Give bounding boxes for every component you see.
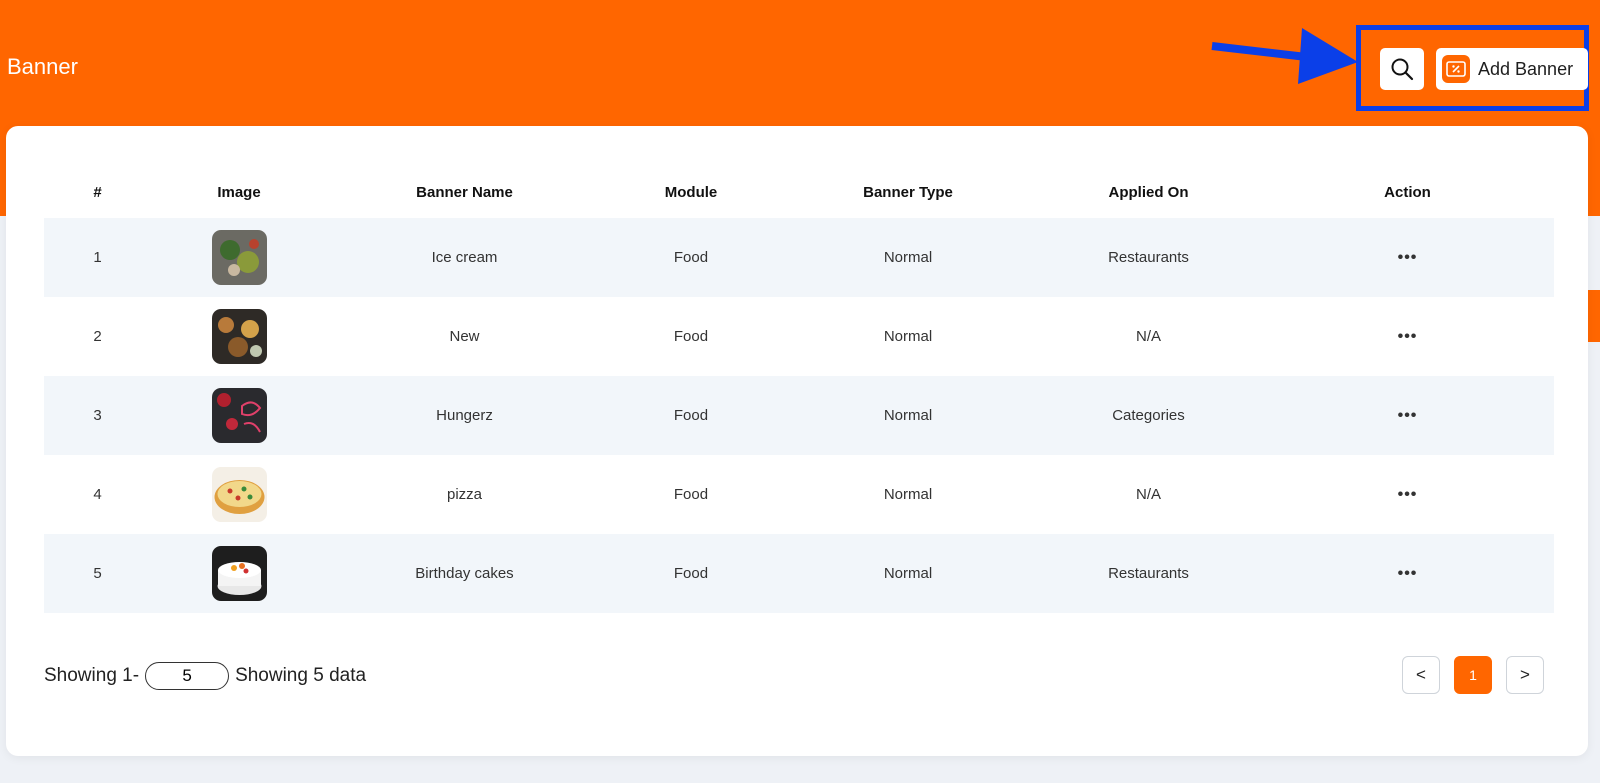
- page-title: Banner: [7, 54, 78, 79]
- add-banner-label: Add Banner: [1478, 58, 1574, 79]
- row-action-cell: •••: [1261, 249, 1554, 266]
- row-module: Food: [673, 328, 709, 345]
- row-module: Food: [673, 565, 709, 582]
- column-header-banner-name: Banner Name: [416, 183, 513, 201]
- more-horizontal-icon[interactable]: •••: [1398, 486, 1418, 503]
- add-banner-button[interactable]: Add Banner: [1436, 48, 1588, 90]
- row-image-cell: [151, 230, 327, 285]
- table-row: 5 Birthday cakes Food Normal Restaurants…: [44, 534, 1554, 613]
- table-row: 3 Hungerz Food Normal Categories •••: [44, 376, 1554, 455]
- prev-page-button[interactable]: <: [1402, 656, 1440, 694]
- row-banner-name: pizza: [446, 486, 483, 503]
- row-module: Food: [673, 407, 709, 424]
- search-button[interactable]: [1380, 48, 1424, 90]
- banner-thumbnail[interactable]: [211, 230, 267, 285]
- row-banner-type: Normal: [883, 486, 933, 503]
- row-image-cell: [151, 546, 327, 601]
- showing-prefix: Showing 1-: [44, 665, 140, 686]
- more-horizontal-icon[interactable]: •••: [1398, 249, 1418, 266]
- row-banner-type: Normal: [883, 407, 933, 424]
- page-1-button[interactable]: 1: [1454, 656, 1492, 694]
- next-page-button[interactable]: >: [1506, 656, 1544, 694]
- column-header-image: Image: [217, 183, 261, 201]
- row-module: Food: [673, 486, 709, 503]
- table-row: 4 pizza Food Normal N/A •••: [44, 455, 1554, 534]
- row-banner-name: Birthday cakes: [415, 565, 514, 582]
- column-header-applied-on: Applied On: [1108, 183, 1189, 201]
- more-horizontal-icon[interactable]: •••: [1398, 565, 1418, 582]
- row-image-cell: [151, 467, 327, 522]
- banner-table: # Image Banner Name Module Banner Type A…: [44, 166, 1554, 613]
- row-image-cell: [151, 309, 327, 364]
- table-footer: Showing 1- Showing 5 data < 1 >: [44, 656, 1554, 696]
- annotation-arrow: [1211, 28, 1358, 84]
- coupon-icon: [1442, 55, 1470, 83]
- row-banner-name: Hungerz: [436, 407, 493, 424]
- banner-thumbnail[interactable]: [211, 388, 267, 443]
- row-action-cell: •••: [1261, 486, 1554, 503]
- table-header-row: # Image Banner Name Module Banner Type A…: [44, 166, 1554, 218]
- column-header-banner-type: Banner Type: [863, 183, 953, 201]
- search-icon: [1391, 58, 1414, 81]
- row-banner-name: Ice cream: [431, 249, 498, 266]
- pagination: < 1 >: [1402, 656, 1544, 694]
- column-header-module: Module: [664, 183, 718, 201]
- column-header-action: Action: [1384, 183, 1431, 201]
- row-banner-type: Normal: [883, 565, 933, 582]
- showing-summary: Showing 5 data: [235, 665, 367, 686]
- banner-list-card: # Image Banner Name Module Banner Type A…: [6, 126, 1588, 756]
- row-module: Food: [673, 249, 709, 266]
- column-header-index: #: [93, 183, 102, 201]
- row-applied-on: N/A: [1135, 486, 1161, 503]
- row-index: 2: [93, 328, 102, 345]
- row-banner-type: Normal: [883, 249, 933, 266]
- row-applied-on: Restaurants: [1108, 249, 1189, 266]
- table-row: 1 Ice cream Food Normal Restaurants •••: [44, 218, 1554, 297]
- row-index: 1: [93, 249, 102, 266]
- row-index: 5: [93, 565, 102, 582]
- more-horizontal-icon[interactable]: •••: [1398, 407, 1418, 424]
- row-applied-on: Categories: [1112, 407, 1185, 424]
- row-banner-type: Normal: [883, 328, 933, 345]
- banner-thumbnail[interactable]: [211, 546, 267, 601]
- row-action-cell: •••: [1261, 565, 1554, 582]
- per-page-input[interactable]: [145, 662, 230, 690]
- row-index: 3: [93, 407, 102, 424]
- row-applied-on: N/A: [1135, 328, 1161, 345]
- row-action-cell: •••: [1261, 328, 1554, 345]
- row-index: 4: [93, 486, 102, 503]
- row-action-cell: •••: [1261, 407, 1554, 424]
- banner-thumbnail[interactable]: [211, 467, 267, 522]
- banner-thumbnail[interactable]: [211, 309, 267, 364]
- row-applied-on: Restaurants: [1108, 565, 1189, 582]
- row-image-cell: [151, 388, 327, 443]
- row-banner-name: New: [449, 328, 480, 345]
- more-horizontal-icon[interactable]: •••: [1398, 328, 1418, 345]
- table-row: 2 New Food Normal N/A •••: [44, 297, 1554, 376]
